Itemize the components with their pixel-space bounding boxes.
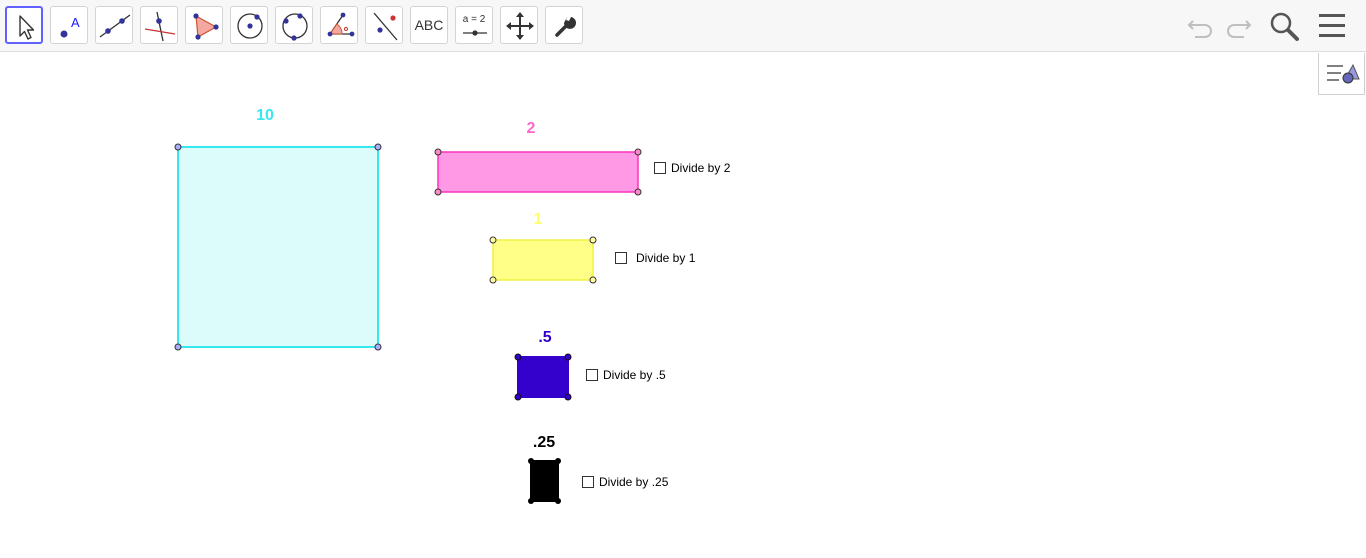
undo-icon: [1187, 20, 1212, 38]
text-icon: ABC: [414, 17, 444, 33]
label-2: 2: [526, 120, 536, 137]
checkbox-divide-by-025[interactable]: Divide by .25: [582, 475, 668, 489]
arrow-pointer-icon: [19, 15, 35, 40]
circle-three-points-tool-button[interactable]: [275, 6, 313, 44]
checkbox-label: Divide by 1: [636, 251, 696, 265]
circle-center-icon: [237, 13, 263, 39]
graphics-view[interactable]: 10 2 1 .5 .25 Divide by 2 Divide by 1 Di…: [0, 53, 1366, 558]
rect-1[interactable]: [489, 236, 597, 284]
angle-icon: [327, 12, 355, 37]
checkbox-label: Divide by .5: [603, 368, 666, 382]
tools-settings-tool-button[interactable]: [545, 6, 583, 44]
checkbox-box[interactable]: [615, 252, 627, 264]
rect-025[interactable]: [528, 458, 561, 504]
rect-2[interactable]: [434, 148, 642, 196]
checkbox-divide-by-05[interactable]: Divide by .5: [586, 368, 666, 382]
slider-icon: [463, 30, 487, 36]
checkbox-box[interactable]: [586, 369, 598, 381]
move-graphics-view-tool-button[interactable]: [500, 6, 538, 44]
circle-center-tool-button[interactable]: [230, 6, 268, 44]
rect-05[interactable]: [514, 353, 572, 401]
point-icon: A: [60, 15, 80, 38]
wrench-icon: [555, 17, 576, 37]
slider-tool-button[interactable]: a = 2: [455, 6, 493, 44]
search-button[interactable]: [1266, 8, 1302, 44]
redo-button[interactable]: [1220, 8, 1256, 44]
line-tool-button[interactable]: [95, 6, 133, 44]
checkbox-box[interactable]: [654, 162, 666, 174]
polygon-icon: [193, 13, 219, 40]
svg-text:A: A: [71, 15, 80, 30]
line-icon: [99, 14, 131, 38]
reflect-line-icon: [373, 12, 398, 41]
reflect-line-tool-button[interactable]: [365, 6, 403, 44]
checkbox-label: Divide by .25: [599, 475, 669, 489]
label-10: 10: [256, 107, 274, 124]
checkbox-divide-by-1[interactable]: Divide by 1: [615, 251, 695, 265]
checkbox-label: Divide by 2: [671, 161, 731, 175]
graphics-shapes: [174, 143, 642, 504]
redo-icon: [1227, 20, 1252, 38]
label-025: .25: [532, 434, 556, 451]
circle-three-points-icon: [282, 13, 308, 41]
checkbox-box[interactable]: [582, 476, 594, 488]
point-tool-button[interactable]: A: [50, 6, 88, 44]
checkbox-divide-by-2[interactable]: Divide by 2: [654, 161, 730, 175]
label-1: 1: [533, 211, 543, 228]
search-icon: [1270, 12, 1299, 41]
square-10[interactable]: [174, 143, 382, 351]
angle-tool-button[interactable]: [320, 6, 358, 44]
perpendicular-line-icon: [144, 11, 176, 42]
move-tool-button[interactable]: [5, 6, 43, 44]
move-arrows-icon: [506, 12, 534, 40]
main-menu-button[interactable]: [1314, 8, 1350, 44]
polygon-tool-button[interactable]: [185, 6, 223, 44]
hamburger-menu-icon: [1319, 14, 1345, 37]
label-05: .5: [538, 329, 552, 346]
perpendicular-line-tool-button[interactable]: [140, 6, 178, 44]
undo-button[interactable]: [1183, 8, 1219, 44]
toolbar: A ABC a = 2: [0, 0, 1366, 52]
text-tool-button[interactable]: ABC: [410, 6, 448, 44]
